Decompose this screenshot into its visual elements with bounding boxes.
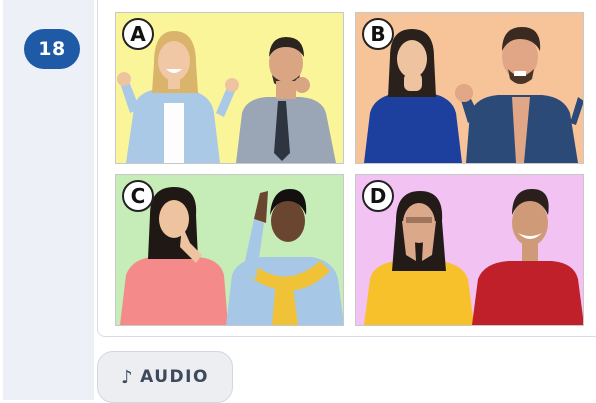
question-number-badge: 18: [24, 29, 80, 69]
option-d-panel[interactable]: D: [355, 174, 584, 326]
audio-button[interactable]: ♪ AUDIO: [97, 351, 233, 403]
option-d-letter: D: [362, 180, 394, 212]
option-a-letter: A: [122, 18, 154, 50]
options-card: A B C D: [97, 0, 596, 337]
option-c-letter: C: [122, 180, 154, 212]
music-note-icon: ♪: [121, 366, 135, 388]
option-b-panel[interactable]: B: [355, 12, 584, 164]
option-c-panel[interactable]: C: [115, 174, 344, 326]
audio-button-label: AUDIO: [140, 367, 209, 387]
question-gutter: 18: [3, 0, 94, 400]
option-b-letter: B: [362, 18, 394, 50]
option-a-panel[interactable]: A: [115, 12, 344, 164]
